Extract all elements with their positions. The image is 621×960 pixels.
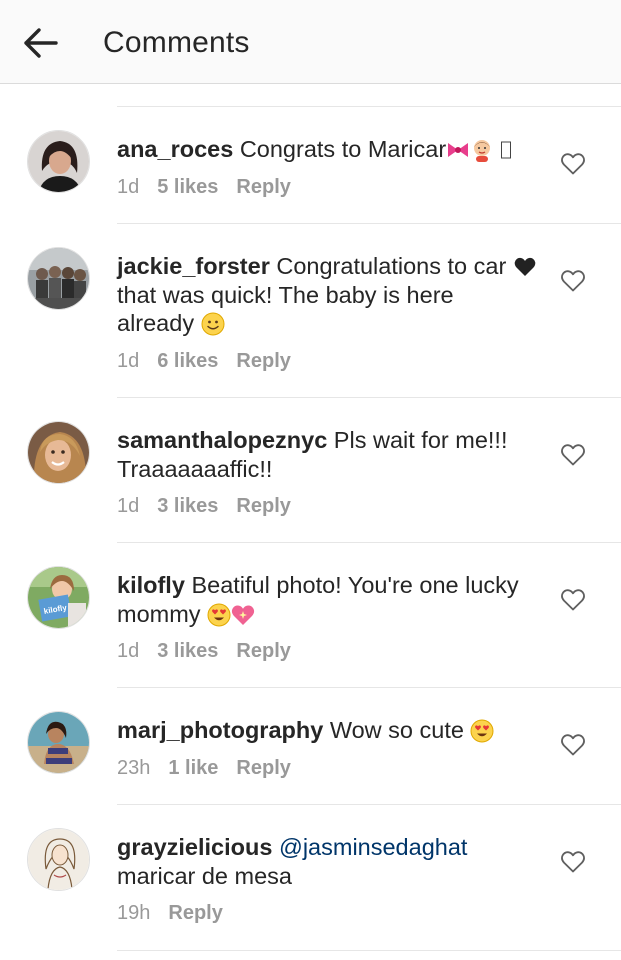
- heart-outline-icon[interactable]: [560, 152, 586, 176]
- sparkling-heart-emoji: [231, 603, 255, 627]
- comment-likes[interactable]: 3 likes: [157, 640, 218, 662]
- comment-item: marj_photography Wow so cute 23h 1 like Re…: [0, 688, 621, 805]
- baby-emoji: [470, 138, 494, 162]
- reply-button[interactable]: Reply: [236, 757, 290, 779]
- black-heart-emoji: [513, 255, 537, 279]
- comment-meta: 23h 1 like Reply: [117, 756, 309, 780]
- comment-username[interactable]: ana_roces: [117, 136, 233, 162]
- comment-likes[interactable]: 1 like: [168, 757, 218, 779]
- avatar[interactable]: [27, 421, 90, 484]
- comment-body: Congratulations to car: [276, 253, 507, 279]
- avatar[interactable]: [27, 828, 90, 891]
- avatar[interactable]: [27, 247, 90, 310]
- comment-time: 23h: [117, 757, 151, 779]
- mention-link[interactable]: @jasminsedaghat: [279, 834, 467, 860]
- comment-body: Congrats to Maricar: [239, 136, 447, 162]
- comment-time: 19h: [117, 902, 151, 924]
- heart-outline-icon[interactable]: [560, 733, 586, 757]
- smiling-face-emoji: [201, 312, 225, 336]
- reply-button[interactable]: Reply: [236, 640, 290, 662]
- heart-eyes-emoji: [470, 719, 494, 743]
- comment-likes[interactable]: 3 likes: [157, 495, 218, 517]
- comment-username[interactable]: samanthalopeznyc: [117, 427, 327, 453]
- comment-body: Wow so cute: [329, 717, 464, 743]
- ribbon-emoji: [446, 138, 470, 162]
- back-arrow-icon[interactable]: [22, 26, 60, 60]
- comment-username[interactable]: grayzielicious: [117, 834, 272, 860]
- comment-body: maricar de mesa: [117, 862, 292, 889]
- comment-time: 1d: [117, 495, 140, 517]
- comment-meta: 19h Reply: [117, 901, 241, 925]
- avatar[interactable]: [27, 711, 90, 774]
- divider: [117, 950, 621, 951]
- missing-glyph-icon: [494, 138, 512, 162]
- comment-item: kilofly kilofly Beatiful photo! You're o…: [0, 543, 621, 688]
- comment-item: jackie_forster Congratulations to car th…: [0, 224, 621, 398]
- avatar[interactable]: [27, 130, 90, 193]
- comment-text: jackie_forster Congratulations to car th…: [117, 252, 537, 338]
- comment-time: 1d: [117, 640, 140, 662]
- comment-meta: 1d 3 likes Reply: [117, 494, 309, 518]
- heart-outline-icon[interactable]: [560, 269, 586, 293]
- heart-eyes-emoji: [207, 603, 231, 627]
- comment-time: 1d: [117, 176, 140, 198]
- avatar[interactable]: kilofly: [27, 566, 90, 629]
- comment-text: grayzielicious @jasminsedaghat maricar d…: [117, 833, 537, 890]
- comment-meta: 1d 6 likes Reply: [117, 349, 309, 373]
- comment-body: that was quick! The baby is here already: [117, 281, 454, 337]
- reply-button[interactable]: Reply: [236, 176, 290, 198]
- comment-likes[interactable]: 5 likes: [157, 176, 218, 198]
- comment-username[interactable]: marj_photography: [117, 717, 323, 743]
- comment-text: marj_photography Wow so cute: [117, 716, 537, 745]
- comment-item: samanthalopeznyc Pls wait for me!!! Traa…: [0, 398, 621, 543]
- page-title: Comments: [103, 26, 250, 59]
- reply-button[interactable]: Reply: [236, 350, 290, 372]
- heart-outline-icon[interactable]: [560, 443, 586, 467]
- reply-button[interactable]: Reply: [236, 495, 290, 517]
- comment-text: kilofly Beatiful photo! You're one lucky…: [117, 571, 537, 628]
- comment-item: ana_roces Congrats to Maricar 1d 5 likes R…: [0, 107, 621, 224]
- comment-meta: 1d 5 likes Reply: [117, 175, 309, 199]
- comment-text: ana_roces Congrats to Maricar: [117, 135, 537, 164]
- comment-meta: 1d 3 likes Reply: [117, 639, 309, 663]
- comment-username[interactable]: kilofly: [117, 572, 185, 598]
- comment-item: grayzielicious @jasminsedaghat maricar d…: [0, 805, 621, 951]
- comment-username[interactable]: jackie_forster: [117, 253, 270, 279]
- comment-text: samanthalopeznyc Pls wait for me!!! Traa…: [117, 426, 537, 483]
- comment-time: 1d: [117, 350, 140, 372]
- reply-button[interactable]: Reply: [168, 902, 222, 924]
- heart-outline-icon[interactable]: [560, 588, 586, 612]
- heart-outline-icon[interactable]: [560, 850, 586, 874]
- comment-likes[interactable]: 6 likes: [157, 350, 218, 372]
- app-header: Comments: [0, 0, 621, 84]
